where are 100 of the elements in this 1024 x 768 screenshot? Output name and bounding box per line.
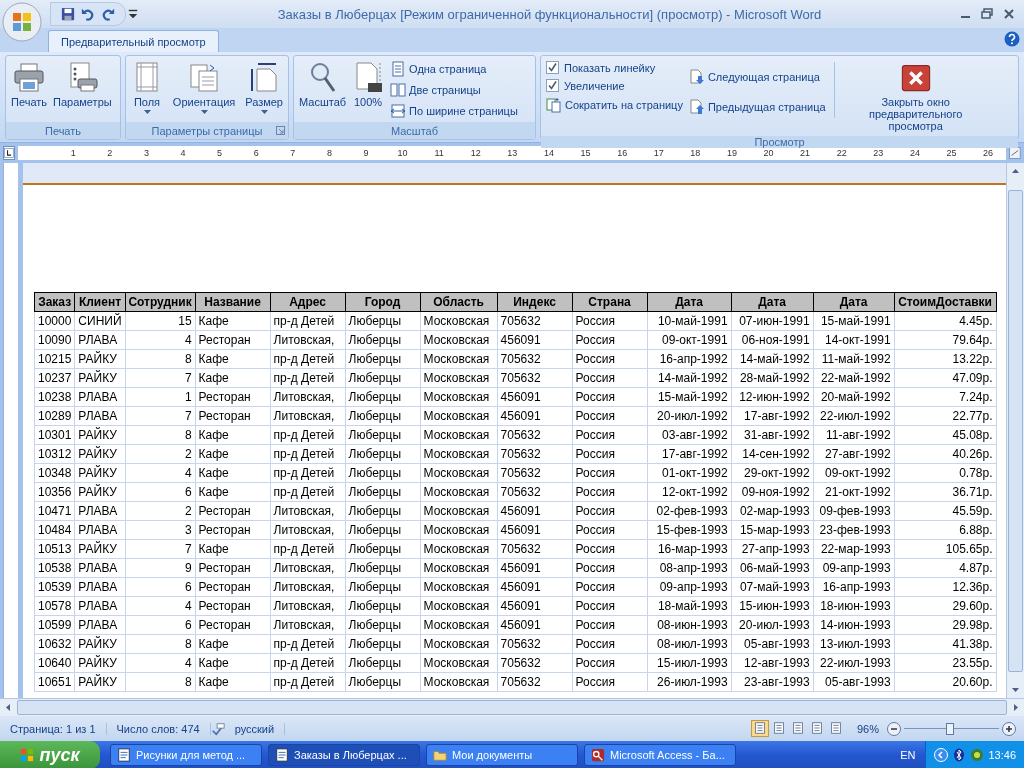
table-cell: 10000 <box>34 311 75 331</box>
table-cell: 14-май-1992 <box>647 368 732 388</box>
header-cell: Сотрудник <box>125 292 196 312</box>
dropdown-button[interactable]: Размер <box>243 58 285 116</box>
table-cell: 7 <box>125 406 196 426</box>
table-cell: Ресторан <box>195 406 271 426</box>
table-cell: Московская <box>420 520 498 540</box>
table-cell: 36.71р. <box>894 482 997 502</box>
ribbon-button[interactable]: Печать <box>9 58 50 110</box>
table-cell: 456091 <box>497 615 573 635</box>
table-cell: 456091 <box>497 520 573 540</box>
ribbon-button[interactable]: Одна страница <box>388 60 520 78</box>
table-cell: Россия <box>572 596 648 616</box>
table-cell: 10539 <box>34 577 75 597</box>
taskbar-button[interactable]: Microsoft Access - Ба... <box>584 744 736 766</box>
dropdown-button[interactable]: Ориентация <box>170 58 238 116</box>
ribbon-button[interactable]: Сократить на страницу <box>544 96 685 114</box>
table-cell: 8 <box>125 349 196 369</box>
one-page-icon <box>390 61 407 77</box>
ruler-number: 7 <box>289 147 297 160</box>
ribbon-button[interactable]: Параметры <box>51 58 114 110</box>
ribbon-button[interactable]: Две страницы <box>388 81 520 99</box>
table-cell: 10348 <box>34 463 75 483</box>
ribbon-button[interactable]: Следующая страница <box>686 68 828 86</box>
ruler-number: 15 <box>579 147 592 160</box>
table-cell: 456091 <box>497 406 573 426</box>
taskbar-button[interactable]: Рисунки для метод ... <box>110 744 262 766</box>
ruler-number: 16 <box>616 147 629 160</box>
ruler-number: 10 <box>396 147 409 160</box>
view-icon <box>752 721 767 735</box>
table-cell: 29.60р. <box>894 596 997 616</box>
table-cell: 45.08р. <box>894 425 997 445</box>
vertical-scrollbar[interactable] <box>1006 163 1024 698</box>
restore-icon <box>980 7 994 21</box>
table-cell: 705632 <box>497 311 573 331</box>
zoom-slider[interactable] <box>904 721 999 736</box>
table-cell: Люберцы <box>345 615 421 635</box>
dropdown-button[interactable]: Поля <box>129 58 165 116</box>
table-cell: 10289 <box>34 406 75 426</box>
table-cell: Люберцы <box>345 368 421 388</box>
page-up-arrow-icon <box>688 99 705 115</box>
ruler-number: 21 <box>799 148 812 160</box>
table-cell: 105.65р. <box>894 539 997 559</box>
table-cell: пр-д Детей <box>270 482 346 502</box>
view-icon <box>790 721 805 735</box>
table-cell: пр-д Детей <box>270 653 346 673</box>
table-cell: пр-д Детей <box>270 425 346 445</box>
word-count: Число слов: 474 <box>106 722 211 735</box>
table-cell: 05-авг-1993 <box>813 672 895 692</box>
table-cell: 15-фев-1993 <box>647 520 732 540</box>
table-cell: Люберцы <box>345 349 421 369</box>
table-cell: 10471 <box>34 501 75 521</box>
taskbar-button[interactable]: Заказы в Люберцах ... <box>268 744 420 766</box>
header-cell: СтоимДоставки <box>894 292 997 312</box>
table-cell: 7 <box>125 368 196 388</box>
table-cell: пр-д Детей <box>270 634 346 654</box>
ruler-number: 19 <box>725 147 738 160</box>
ribbon-button[interactable]: Предыдущая страница <box>686 98 828 116</box>
window-title: Заказы в Люберцах [Режим ограниченной функциональности] (просмотр) - Microsoft Word <box>276 6 823 22</box>
table-cell: 3 <box>125 520 196 540</box>
table-cell: Московская <box>420 387 498 407</box>
taskbar-button[interactable]: Мои документы <box>426 744 578 766</box>
ruler-number: 14 <box>542 147 555 160</box>
view-button[interactable] <box>750 720 769 737</box>
table-cell: Литовская, <box>270 520 346 540</box>
table-cell: 2 <box>125 501 196 521</box>
checkbox[interactable] <box>546 61 559 74</box>
ribbon-button[interactable]: По ширине страницы <box>388 102 520 120</box>
ribbon-button[interactable]: Масштаб <box>297 58 349 110</box>
table-cell: РАЙКУ <box>74 539 126 559</box>
ribbon-tab[interactable]: Предварительный просмотр <box>48 30 219 52</box>
table-cell: 10301 <box>34 425 75 445</box>
table-cell: пр-д Детей <box>270 368 346 388</box>
table-cell: 15-май-1991 <box>813 311 895 331</box>
table-cell: 06-май-1993 <box>731 558 814 578</box>
table-cell: РАЙКУ <box>74 425 126 445</box>
table-cell: Московская <box>420 501 498 521</box>
slider-thumb[interactable] <box>945 722 954 735</box>
table-cell: 8 <box>125 634 196 654</box>
header-cell: Дата <box>647 292 732 312</box>
table-cell: 10578 <box>34 596 75 616</box>
table-cell: Московская <box>420 444 498 464</box>
table-cell: Люберцы <box>345 463 421 483</box>
ruler-number: 5 <box>216 147 224 160</box>
ruler-number: 12 <box>469 147 482 160</box>
horizontal-scrollbar[interactable] <box>0 698 1024 716</box>
table-cell: Московская <box>420 596 498 616</box>
table-cell: 2 <box>125 444 196 464</box>
table-cell: РЛАВА <box>74 406 126 426</box>
table-cell: Литовская, <box>270 558 346 578</box>
table-cell: Россия <box>572 425 648 445</box>
table-cell: 10238 <box>34 387 75 407</box>
ribbon-button[interactable]: 100% <box>350 58 387 110</box>
table-cell: 14-май-1992 <box>731 349 814 369</box>
keyboard-language[interactable]: EN <box>900 749 916 761</box>
checkbox[interactable] <box>546 79 559 92</box>
table-cell: 20-май-1992 <box>813 387 895 407</box>
close-preview-button[interactable]: Закрыть окно предварительного просмотра <box>840 58 991 134</box>
table-cell: пр-д Детей <box>270 463 346 483</box>
table-cell: 10513 <box>34 539 75 559</box>
